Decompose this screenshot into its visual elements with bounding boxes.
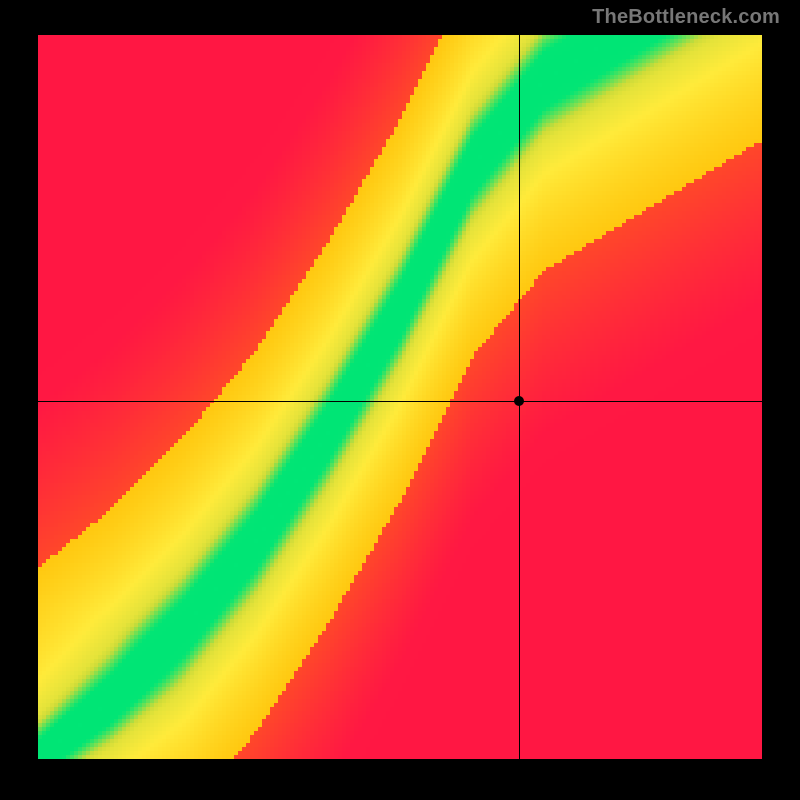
watermark-text: TheBottleneck.com xyxy=(592,6,780,29)
heatmap-plot xyxy=(38,35,762,759)
chart-frame: TheBottleneck.com xyxy=(0,0,800,800)
heatmap-canvas xyxy=(38,35,762,759)
